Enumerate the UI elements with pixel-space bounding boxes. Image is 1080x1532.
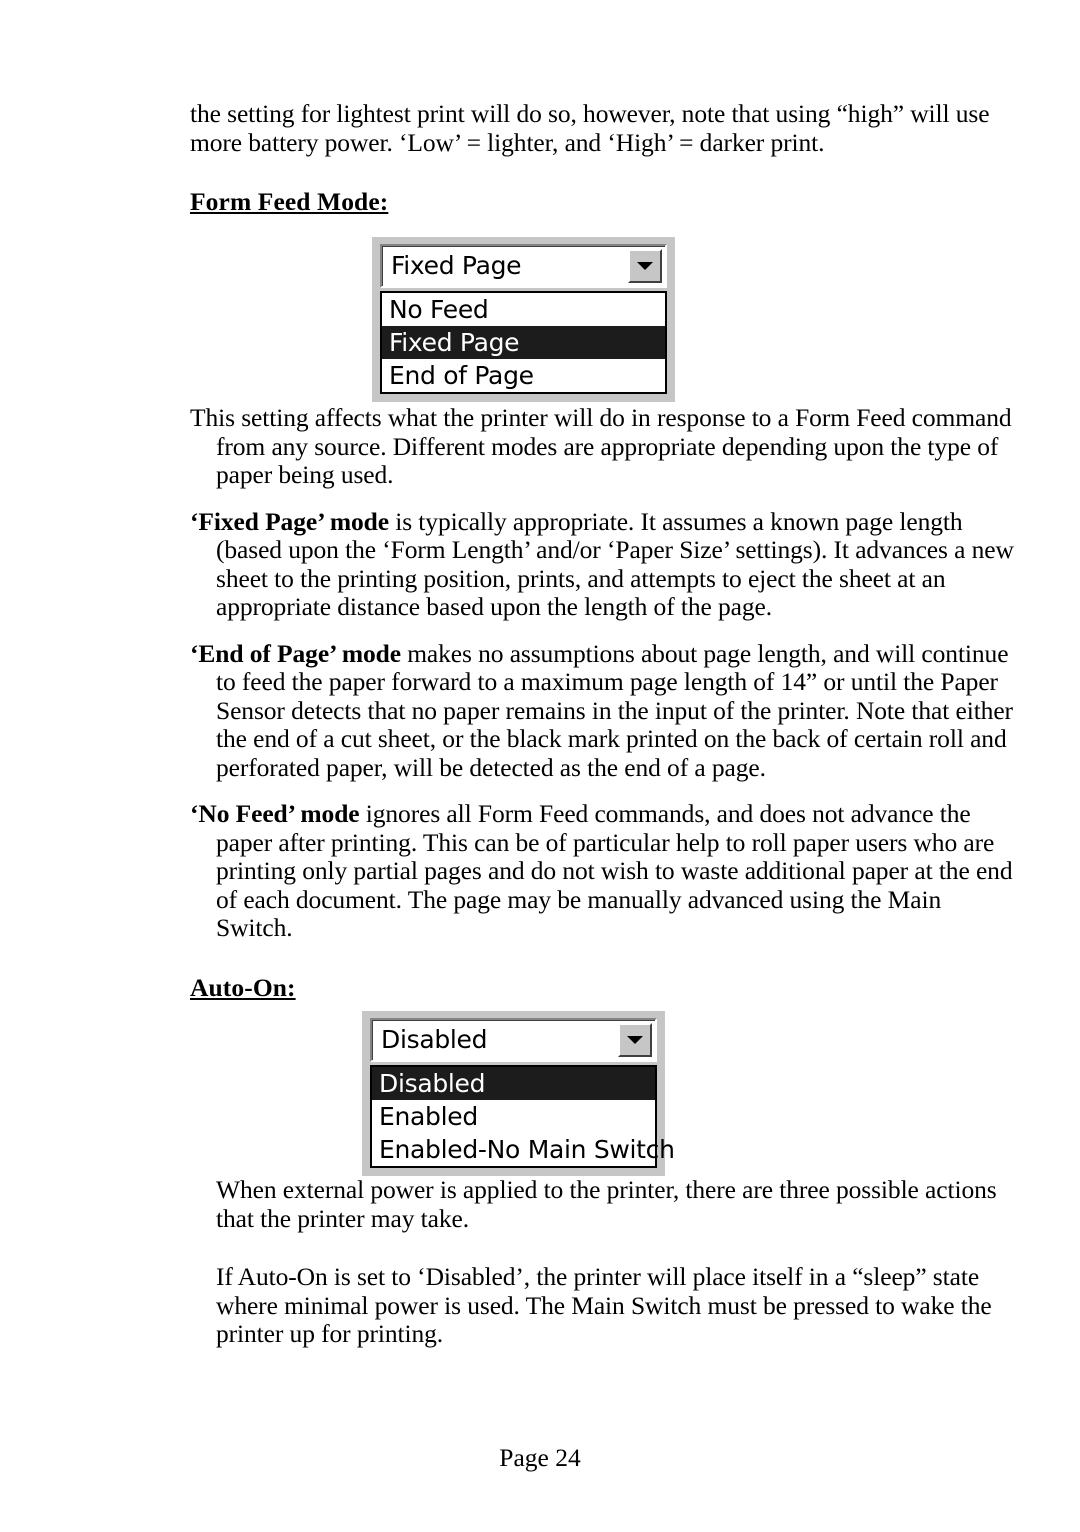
heading-auto-on: Auto-On:	[190, 972, 296, 1002]
page-number: Page 24	[499, 1443, 581, 1472]
form-feed-mode-combobox[interactable]: Fixed Page No Feed Fixed Page End of Pag…	[372, 237, 675, 402]
auto-on-selected-value: Disabled	[381, 1025, 488, 1054]
auto-on-combobox-field[interactable]: Disabled	[370, 1018, 657, 1062]
document-body-2: This setting affects what the printer wi…	[190, 403, 1020, 1003]
paragraph-fixed-page: ‘Fixed Page’ mode is typically appropria…	[190, 506, 1020, 622]
paragraph-end-of-page: ‘End of Page’ mode makes no assumptions …	[190, 638, 1020, 783]
page-footer: Page 24	[0, 1443, 1080, 1473]
list-item[interactable]: Enabled-No Main Switch	[372, 1133, 675, 1166]
paragraph-intro: the setting for lightest print will do s…	[190, 99, 990, 157]
list-item[interactable]: Enabled	[372, 1100, 655, 1133]
auto-on-option-list[interactable]: Disabled Enabled Enabled-No Main Switch	[370, 1065, 675, 1168]
form-feed-mode-option-list[interactable]: No Feed Fixed Page End of Page	[380, 291, 667, 394]
auto-on-combobox[interactable]: Disabled Disabled Enabled Enabled-No Mai…	[362, 1011, 675, 1176]
heading-form-feed-mode: Form Feed Mode:	[190, 187, 389, 216]
paragraph-no-feed: ‘No Feed’ mode ignores all Form Feed com…	[190, 799, 1020, 943]
paragraph-form-feed-intro: This setting affects what the printer wi…	[190, 403, 1012, 489]
chevron-down-icon[interactable]	[618, 1023, 652, 1057]
document-body-3: When external power is applied to the pr…	[190, 1175, 1020, 1349]
form-feed-mode-selected-value: Fixed Page	[391, 251, 522, 280]
chevron-down-icon[interactable]	[628, 249, 662, 283]
list-item[interactable]: No Feed	[382, 293, 665, 326]
form-feed-mode-combobox-field[interactable]: Fixed Page	[380, 244, 667, 288]
paragraph-auto-on-intro: When external power is applied to the pr…	[216, 1175, 997, 1233]
paragraph-end-of-page-lead: ‘End of Page’ mode	[190, 638, 401, 668]
paragraph-auto-on-disabled: If Auto-On is set to ‘Disabled’, the pri…	[216, 1262, 992, 1348]
list-item[interactable]: End of Page	[382, 359, 665, 392]
list-item[interactable]: Disabled	[372, 1067, 655, 1100]
document-body: the setting for lightest print will do s…	[190, 99, 1020, 217]
document-page: the setting for lightest print will do s…	[0, 0, 1080, 1532]
paragraph-no-feed-lead: ‘No Feed’ mode	[190, 799, 360, 828]
list-item[interactable]: Fixed Page	[382, 326, 665, 359]
paragraph-fixed-page-lead: ‘Fixed Page’ mode	[190, 506, 389, 536]
